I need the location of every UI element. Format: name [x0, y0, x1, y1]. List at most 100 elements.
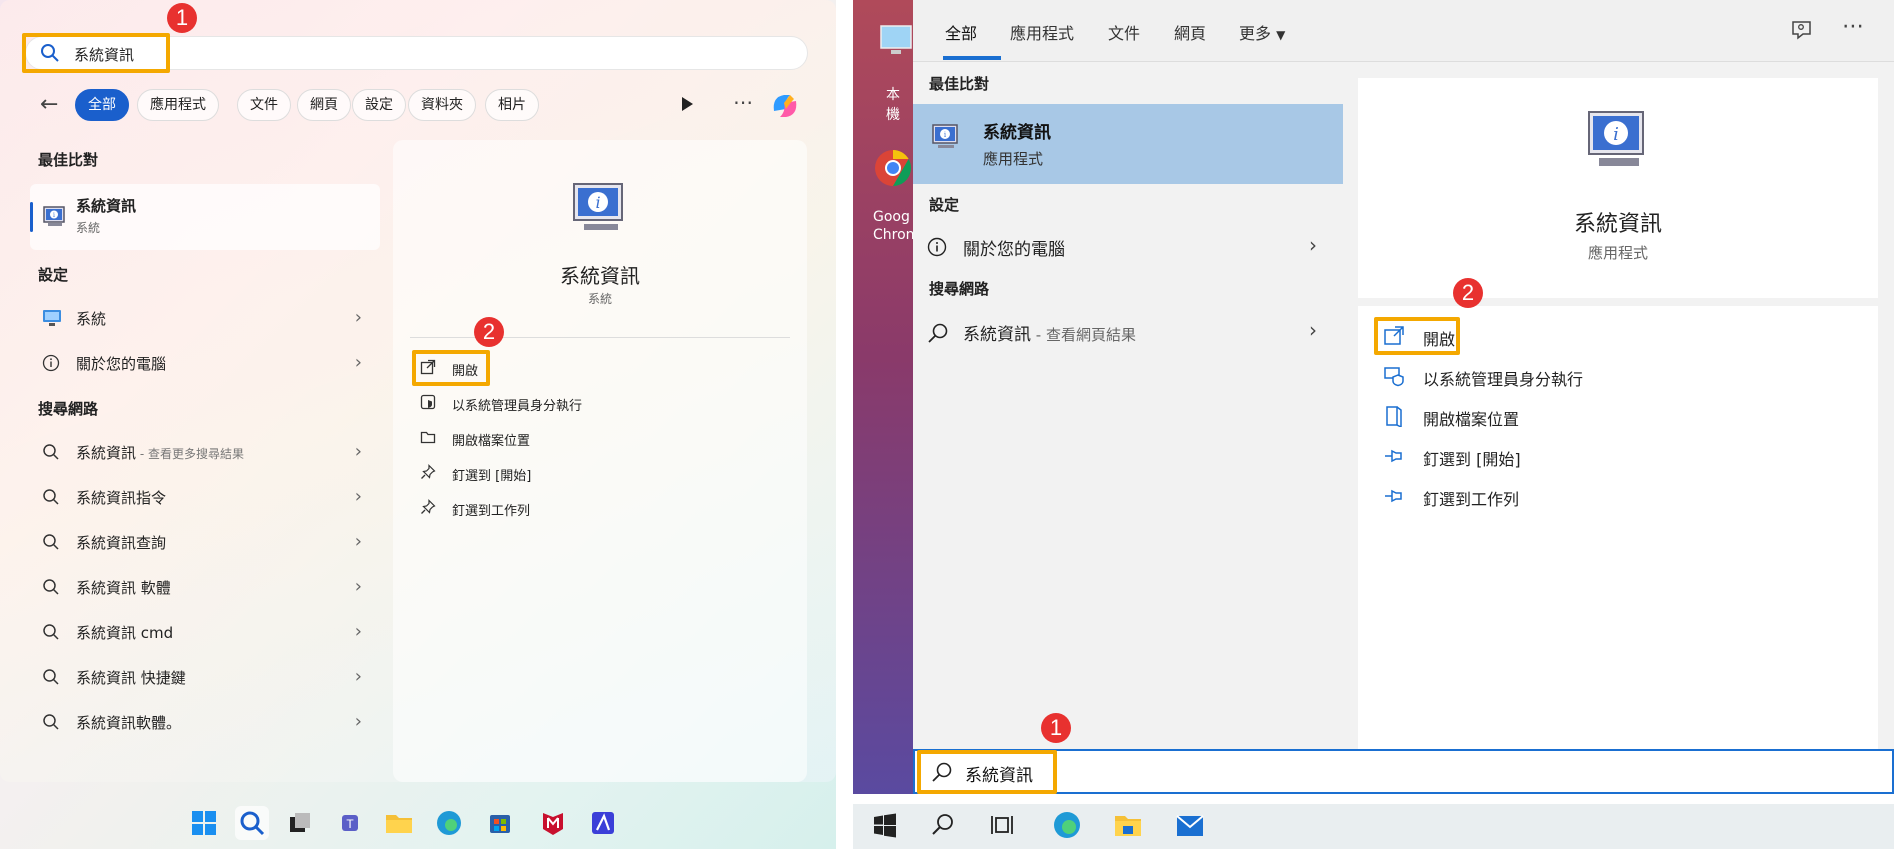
- web-result-text: 系統資訊軟體。: [76, 714, 182, 732]
- divider: [1358, 298, 1878, 306]
- chevron-right-icon: ›: [354, 352, 362, 373]
- chip-all[interactable]: 全部: [75, 89, 129, 121]
- system-info-app-icon: i: [931, 122, 961, 156]
- web-result-item[interactable]: 系統資訊 快捷鍵 ›: [30, 657, 380, 697]
- web-result-text: 系統資訊: [963, 325, 1031, 345]
- web-search-heading: 搜尋網路: [929, 280, 990, 298]
- back-arrow-icon[interactable]: ←: [40, 92, 58, 117]
- tab-apps[interactable]: 應用程式: [1010, 20, 1074, 44]
- task-view-icon[interactable]: [283, 806, 317, 840]
- highlight-box-open: [412, 350, 490, 386]
- step-badge-2: 2: [1453, 278, 1483, 308]
- more-options-icon[interactable]: ⋯: [1842, 14, 1864, 39]
- web-result-sub: - 查看更多搜尋結果: [136, 447, 244, 461]
- taskbar-search-icon[interactable]: [235, 806, 269, 840]
- mcafee-icon[interactable]: [536, 806, 570, 840]
- web-result-item[interactable]: 系統資訊指令 ›: [30, 477, 380, 517]
- chip-apps[interactable]: 應用程式: [137, 89, 219, 121]
- best-match-title: 系統資訊: [76, 197, 137, 215]
- feedback-icon[interactable]: [1790, 18, 1814, 46]
- action-label: 釘選到 [開始]: [1423, 450, 1521, 469]
- copilot-icon[interactable]: [768, 89, 802, 127]
- highlight-box-search: [22, 33, 170, 73]
- chevron-right-icon: ›: [1309, 233, 1317, 257]
- chevron-right-icon: ›: [354, 486, 362, 507]
- pin-icon: [420, 464, 438, 482]
- step-badge-1: 1: [167, 3, 197, 33]
- chip-web[interactable]: 網頁: [297, 89, 351, 121]
- shield-icon: [1383, 365, 1405, 387]
- chevron-right-icon: ›: [1309, 318, 1317, 342]
- settings-item-system[interactable]: 系統 ›: [30, 298, 380, 338]
- detail-subtitle: 系統: [587, 292, 612, 306]
- web-result-item[interactable]: 系統資訊 軟體 ›: [30, 567, 380, 607]
- chip-settings[interactable]: 設定: [352, 89, 406, 121]
- search-icon: [42, 488, 60, 506]
- taskbar-search-icon[interactable]: [930, 812, 956, 842]
- file-explorer-icon[interactable]: [1112, 809, 1144, 845]
- tab-more[interactable]: 更多 ▼: [1239, 20, 1285, 44]
- pin-icon: [1383, 485, 1405, 507]
- tab-web[interactable]: 網頁: [1174, 20, 1206, 44]
- best-match-item[interactable]: i 系統資訊 應用程式: [913, 104, 1343, 184]
- best-match-heading: 最佳比對: [38, 151, 99, 169]
- file-location-icon: [1383, 405, 1405, 429]
- win11-start-search: 系統資訊 1 ← 全部 應用程式 文件 網頁 設定 資料夾 相片 ⋯ 最佳比對 …: [0, 0, 836, 849]
- chip-photos[interactable]: 相片: [485, 89, 539, 121]
- system-info-large-icon: i: [1583, 108, 1653, 178]
- action-label: 開啟檔案位置: [452, 434, 531, 449]
- web-result-item[interactable]: 系統資訊查詢 ›: [30, 522, 380, 562]
- pin-icon: [420, 499, 438, 517]
- chip-documents[interactable]: 文件: [237, 89, 291, 121]
- highlight-box-search: [917, 750, 1057, 794]
- action-label: 開啟檔案位置: [1423, 410, 1520, 429]
- desktop-icon-label: Goog: [873, 209, 910, 225]
- image-separator: [836, 0, 853, 849]
- chevron-right-icon: ›: [354, 621, 362, 642]
- mail-icon[interactable]: [1174, 809, 1206, 845]
- settings-item-label: 關於您的電腦: [76, 355, 167, 373]
- windows-start-icon[interactable]: [872, 812, 898, 842]
- web-result-item[interactable]: 系統資訊 cmd ›: [30, 612, 380, 652]
- web-result-label: 系統資訊 - 查看網頁結果: [963, 320, 1136, 345]
- win11-taskbar: [0, 802, 836, 849]
- chrome-icon[interactable]: [873, 148, 913, 192]
- web-result-sub: - 查看網頁結果: [1031, 326, 1136, 344]
- windows-start-icon[interactable]: [187, 806, 221, 840]
- more-options-icon[interactable]: ⋯: [733, 90, 753, 114]
- myasus-icon[interactable]: [586, 806, 620, 840]
- tab-documents[interactable]: 文件: [1108, 20, 1140, 44]
- settings-heading: 設定: [38, 266, 69, 284]
- edge-icon[interactable]: [1051, 809, 1083, 845]
- pin-icon: [1383, 445, 1405, 467]
- best-match-subtitle: 系統: [76, 221, 101, 235]
- search-input[interactable]: 系統資訊: [913, 749, 1894, 794]
- tab-all[interactable]: 全部: [945, 20, 977, 44]
- play-icon[interactable]: [680, 96, 694, 116]
- detail-title: 系統資訊: [1573, 212, 1662, 237]
- web-result-item[interactable]: 系統資訊軟體。 ›: [30, 702, 380, 742]
- best-match-heading: 最佳比對: [929, 75, 990, 93]
- store-icon[interactable]: [483, 806, 517, 840]
- step-badge-2: 2: [474, 317, 504, 347]
- best-match-item[interactable]: i 系統資訊 系統: [30, 184, 380, 250]
- folder-icon: [420, 429, 438, 447]
- task-view-icon[interactable]: [990, 812, 1016, 842]
- search-icon: [42, 623, 60, 641]
- web-result-item[interactable]: 系統資訊 - 查看更多搜尋結果 ›: [30, 432, 380, 472]
- chip-folders[interactable]: 資料夾: [408, 89, 476, 121]
- shield-icon: [420, 394, 438, 412]
- settings-item-about-pc[interactable]: 關於您的電腦 ›: [913, 225, 1343, 267]
- edge-icon[interactable]: [432, 806, 466, 840]
- active-tab-indicator: [943, 56, 1001, 60]
- web-result-item[interactable]: 系統資訊 - 查看網頁結果 ›: [913, 310, 1343, 352]
- file-explorer-icon[interactable]: [382, 806, 416, 840]
- teams-icon[interactable]: T: [333, 806, 367, 840]
- settings-item-about-pc[interactable]: 關於您的電腦 ›: [30, 343, 380, 383]
- this-pc-icon[interactable]: [879, 22, 913, 66]
- action-label: 釘選到工作列: [1423, 490, 1520, 509]
- chevron-right-icon: ›: [354, 711, 362, 732]
- selection-indicator: [30, 202, 33, 232]
- highlight-box-open: [1374, 317, 1460, 355]
- search-icon: [42, 578, 60, 596]
